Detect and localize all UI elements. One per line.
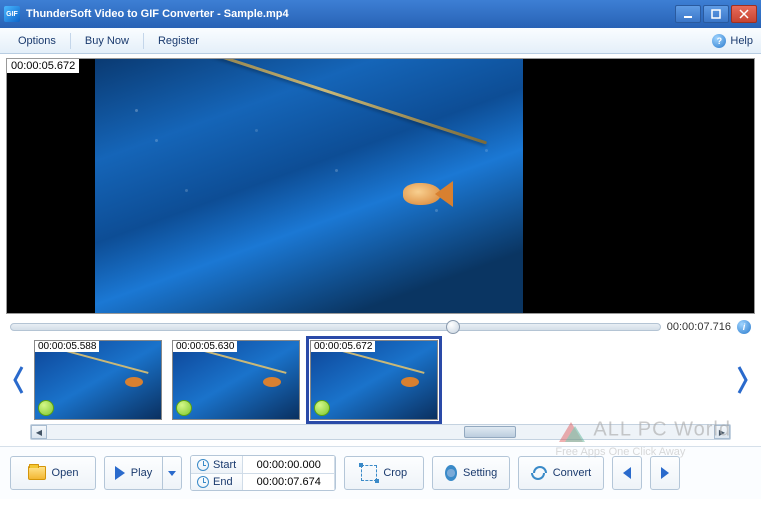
menubar: Options Buy Now Register ? Help xyxy=(0,28,761,54)
start-label: Start xyxy=(213,459,236,471)
timeline-knob[interactable] xyxy=(446,320,460,334)
thumbnail[interactable]: 00:00:05.672 xyxy=(310,340,438,420)
open-button[interactable]: Open xyxy=(10,456,96,490)
start-time-button[interactable]: Start xyxy=(191,456,243,473)
start-time-field[interactable]: 00:00:00.000 xyxy=(243,456,335,473)
thumbs-prev-button[interactable] xyxy=(10,362,28,398)
end-time-button[interactable]: End xyxy=(191,473,243,490)
timeline-slider[interactable] xyxy=(10,323,661,331)
crop-icon xyxy=(361,465,377,481)
help-button[interactable]: ? Help xyxy=(712,34,753,48)
help-icon: ? xyxy=(712,34,726,48)
crop-button[interactable]: Crop xyxy=(344,456,424,490)
titlebar[interactable]: GIF ThunderSoft Video to GIF Converter -… xyxy=(0,0,761,28)
scroll-left-button[interactable]: ◀ xyxy=(31,425,47,439)
clock-icon xyxy=(197,459,209,471)
video-timestamp: 00:00:05.672 xyxy=(7,59,79,73)
menu-separator xyxy=(70,33,71,49)
end-label: End xyxy=(213,476,233,488)
thumbnail[interactable]: 00:00:05.588 xyxy=(34,340,162,420)
close-button[interactable] xyxy=(731,5,757,23)
thumbnail[interactable]: 00:00:05.630 xyxy=(172,340,300,420)
clock-icon xyxy=(197,476,209,488)
toolbar: Open Play Start 00:00:00.000 End 00:00:0… xyxy=(0,446,761,499)
help-label: Help xyxy=(730,35,753,47)
thumbnail-badge-icon xyxy=(176,400,192,416)
thumbnail-timestamp: 00:00:05.672 xyxy=(311,341,375,352)
setting-button[interactable]: Setting xyxy=(432,456,510,490)
thumbs-next-button[interactable] xyxy=(733,362,751,398)
arrow-right-icon xyxy=(661,467,669,479)
prev-frame-button[interactable] xyxy=(612,456,642,490)
open-label: Open xyxy=(52,467,79,479)
folder-icon xyxy=(28,466,46,480)
convert-label: Convert xyxy=(553,467,592,479)
thumbnail-timestamp: 00:00:05.630 xyxy=(173,341,237,352)
thumbnail-badge-icon xyxy=(314,400,330,416)
chevron-down-icon xyxy=(168,471,176,476)
menu-separator xyxy=(143,33,144,49)
time-range-grid: Start 00:00:00.000 End 00:00:07.674 xyxy=(190,455,336,491)
window-title: ThunderSoft Video to GIF Converter - Sam… xyxy=(26,8,289,20)
info-icon[interactable]: i xyxy=(737,320,751,334)
next-frame-button[interactable] xyxy=(650,456,680,490)
convert-icon xyxy=(531,465,546,481)
play-label: Play xyxy=(131,467,152,479)
convert-button[interactable]: Convert xyxy=(518,456,604,490)
thumbs-scrollbar[interactable]: ◀ ▶ xyxy=(30,424,731,440)
minimize-button[interactable] xyxy=(675,5,701,23)
arrow-left-icon xyxy=(623,467,631,479)
gear-icon xyxy=(445,465,457,481)
play-button[interactable]: Play xyxy=(104,456,162,490)
thumbnail-badge-icon xyxy=(38,400,54,416)
scrollbar-thumb[interactable] xyxy=(464,426,516,438)
menu-options[interactable]: Options xyxy=(8,31,66,51)
thumbnail-strip: 00:00:05.588 00:00:05.630 00:00:05.672 xyxy=(34,340,727,420)
setting-label: Setting xyxy=(463,467,497,479)
end-time-field[interactable]: 00:00:07.674 xyxy=(243,473,335,490)
app-icon: GIF xyxy=(4,6,20,22)
crop-label: Crop xyxy=(383,467,407,479)
maximize-button[interactable] xyxy=(703,5,729,23)
play-dropdown-button[interactable] xyxy=(162,456,182,490)
video-preview[interactable]: 00:00:05.672 xyxy=(6,58,755,314)
menu-register[interactable]: Register xyxy=(148,31,209,51)
menu-buy-now[interactable]: Buy Now xyxy=(75,31,139,51)
thumbnail-timestamp: 00:00:05.588 xyxy=(35,341,99,352)
scroll-right-button[interactable]: ▶ xyxy=(714,425,730,439)
timeline-duration: 00:00:07.716 xyxy=(667,321,731,333)
play-icon xyxy=(115,466,125,480)
